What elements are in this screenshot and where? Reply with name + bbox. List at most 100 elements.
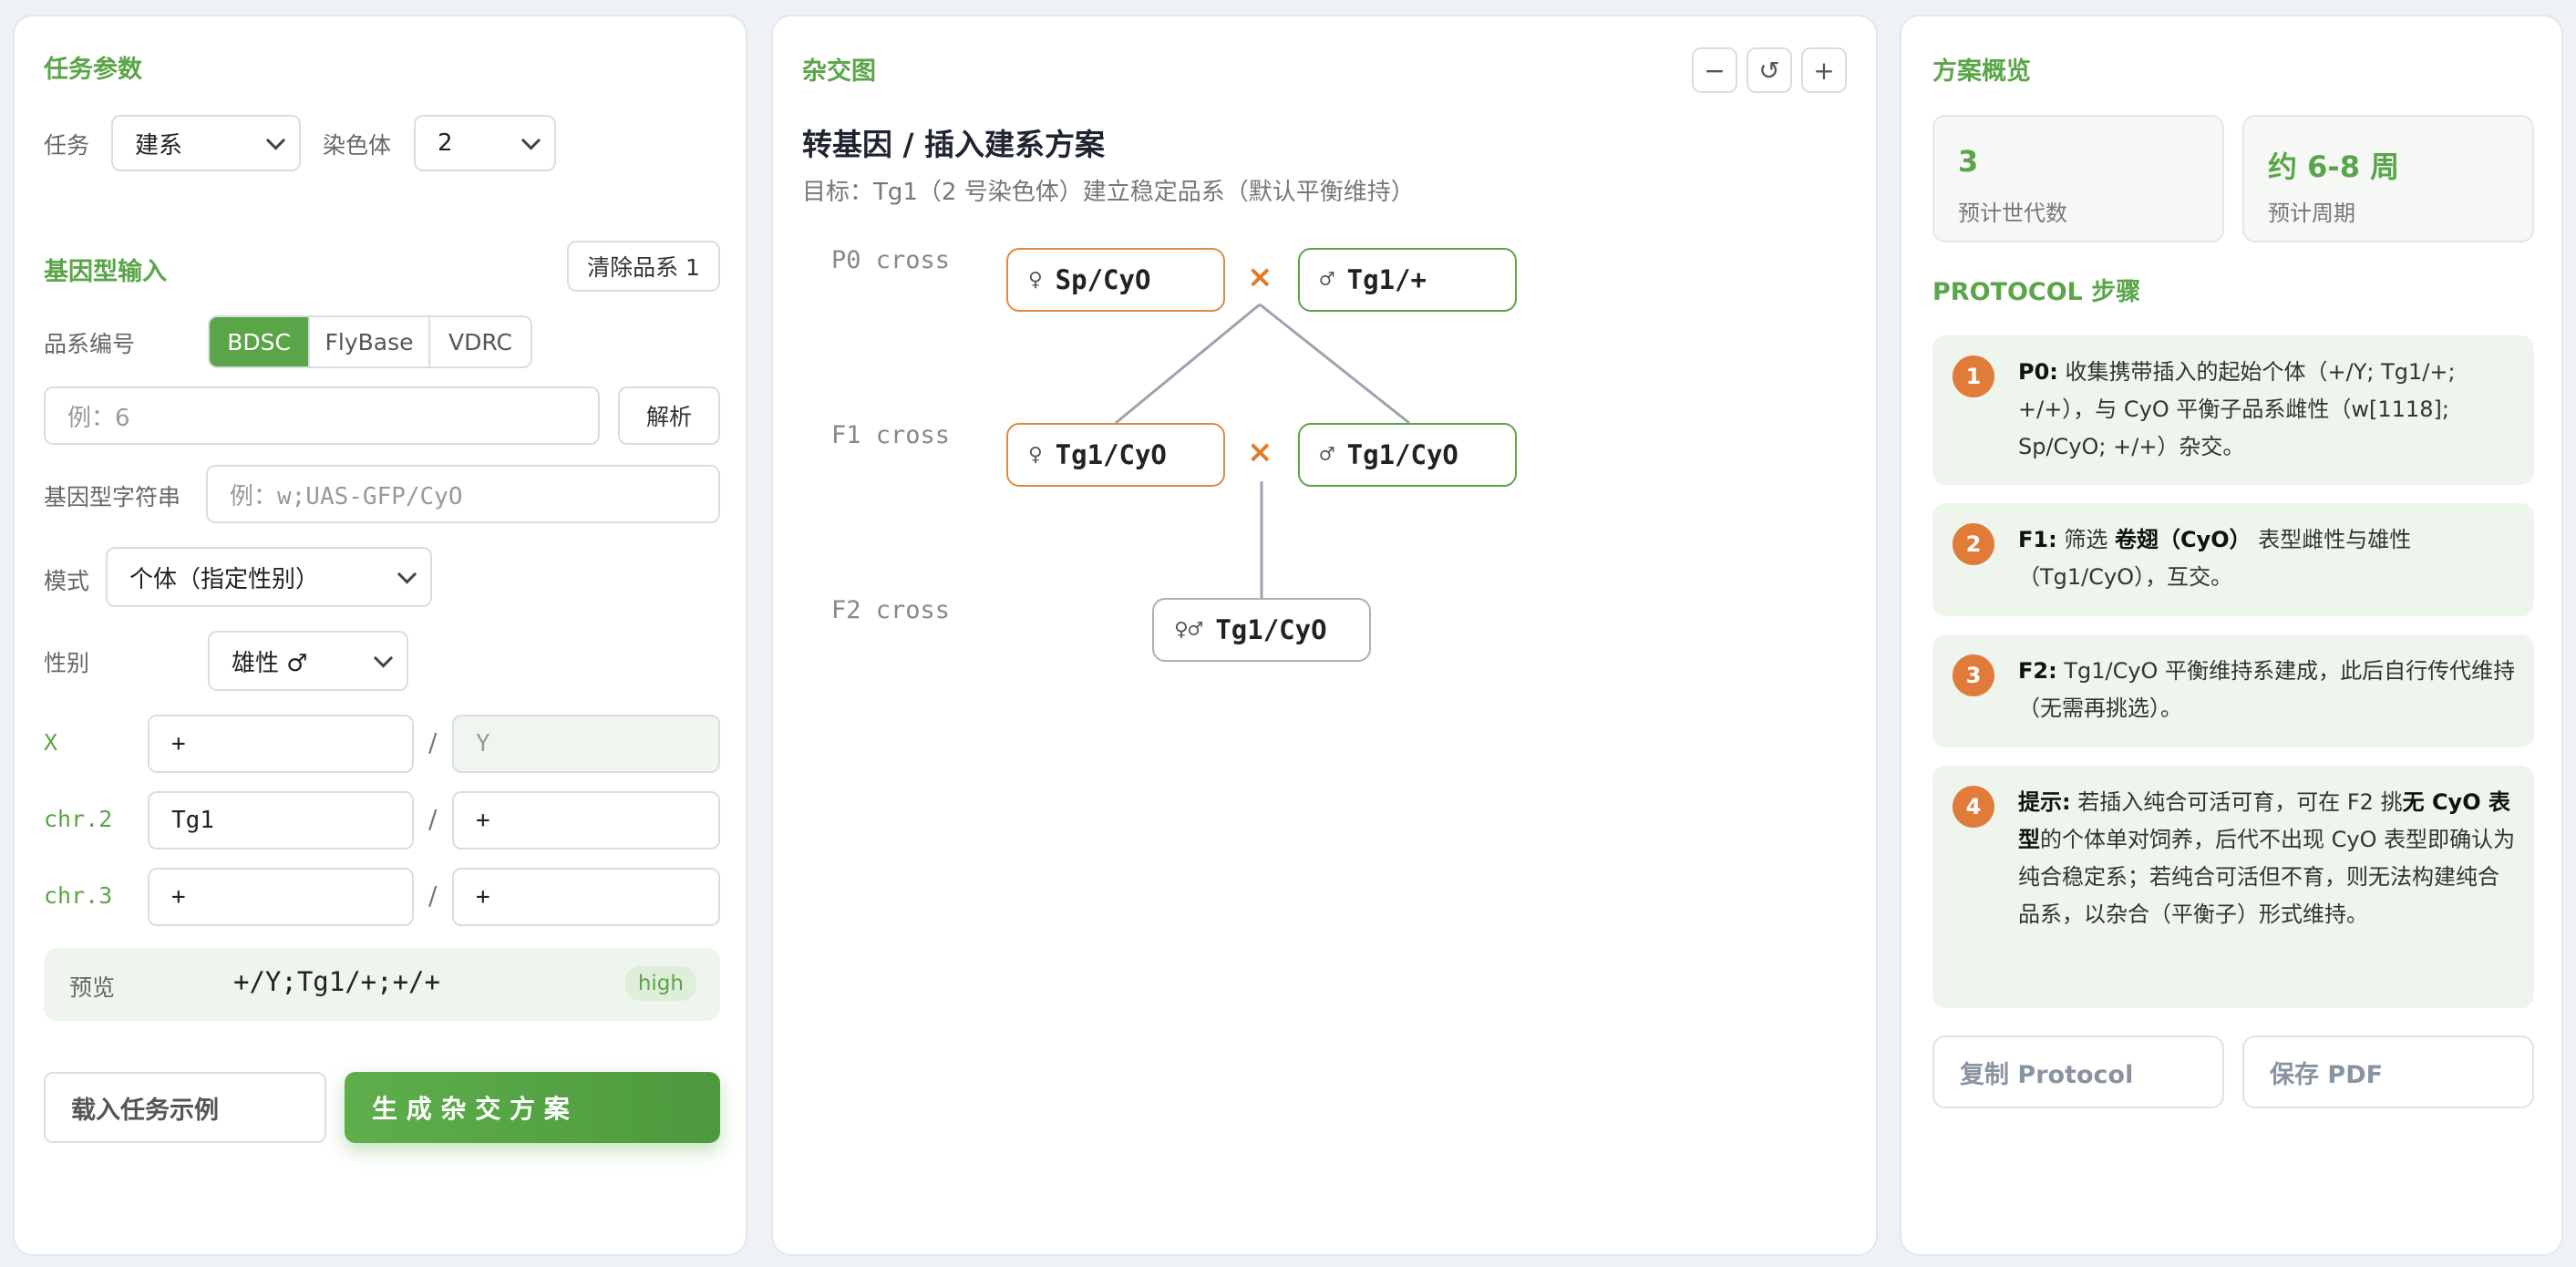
node-f2-label: Tg1/CyO <box>1215 614 1327 645</box>
period-card: 约 6-8 周 预计周期 <box>2242 115 2534 242</box>
clear-stock-button[interactable]: 清除品系 1 <box>567 241 720 292</box>
genotype-string-input[interactable]: 例：w;UAS-GFP/CyO <box>206 465 720 523</box>
task-select[interactable]: 建系 <box>111 115 301 171</box>
generation-label-f2: F2 cross <box>831 596 951 624</box>
copy-protocol-button[interactable]: 复制 Protocol <box>1932 1035 2224 1108</box>
chr-x-right-value: Y <box>476 730 490 757</box>
stock-id-placeholder: 例：6 <box>67 404 130 432</box>
protocol-step: 4 提示: 若插入纯合可活可育，可在 F2 挑无 CyO 表型的个体单对饲养，后… <box>1932 766 2534 1008</box>
step-head: P0: <box>2018 359 2058 385</box>
node-p0-female-label: Sp/CyO <box>1055 264 1151 295</box>
chr-2-left-input[interactable]: Tg1 <box>148 791 414 850</box>
chr-x-left-input[interactable]: + <box>148 715 414 773</box>
protocol-step: 2 F1: 筛选 卷翅（CyO） 表型雌性与雄性（Tg1/CyO），互交。 <box>1932 503 2534 616</box>
node-f2[interactable]: ♀♂ Tg1/CyO <box>1152 598 1371 662</box>
mode-select[interactable]: 个体（指定性别） <box>106 547 432 607</box>
chr-2-right-input[interactable]: + <box>452 791 720 850</box>
node-p0-female[interactable]: ♀ Sp/CyO <box>1006 248 1225 312</box>
confidence-badge: high <box>624 966 696 1001</box>
source-vdrc-button[interactable]: VDRC <box>430 317 531 366</box>
save-pdf-button[interactable]: 保存 PDF <box>2242 1035 2534 1108</box>
chr-3-label: chr.3 <box>44 882 113 909</box>
step-number-badge: 1 <box>1953 355 1994 397</box>
chr-3-slash: / <box>428 881 438 911</box>
chr-3-left-input[interactable]: + <box>148 868 414 926</box>
protocol-step: 1 P0: 收集携带插入的起始个体（+/Y; Tg1/+; +/+），与 CyO… <box>1932 335 2534 485</box>
node-p0-male-label: Tg1/+ <box>1346 264 1427 295</box>
load-example-button[interactable]: 载入任务示例 <box>44 1072 326 1143</box>
stock-id-input[interactable]: 例：6 <box>44 386 600 445</box>
step-head: F1: <box>2018 527 2057 552</box>
chevron-down-icon <box>520 130 541 150</box>
preview-box: 预览 +/Y;Tg1/+;+/+ high <box>44 948 720 1021</box>
source-bdsc-button[interactable]: BDSC <box>210 317 311 366</box>
chromosome-select-value: 2 <box>438 129 453 157</box>
protocol-step: 3 F2: Tg1/CyO 平衡维持系建成，此后自行传代维持（无需再挑选）。 <box>1932 634 2534 747</box>
generations-value: 3 <box>1958 144 1979 179</box>
chevron-down-icon <box>265 130 286 150</box>
generate-scheme-button[interactable]: 生 成 杂 交 方 案 <box>345 1072 720 1143</box>
male-icon: ♂ <box>1320 441 1334 469</box>
chr-x-slash: / <box>428 727 438 757</box>
step-head: F2: <box>2018 658 2057 684</box>
step-head: 提示: <box>2018 789 2071 815</box>
protocol-title: PROTOCOL 步骤 <box>1932 278 2141 306</box>
chr-2-right-value: + <box>476 807 490 834</box>
step-text-bold: 卷翅（CyO） <box>2114 527 2251 552</box>
cross-diagram-panel: 杂交图 − ↺ + 转基因 / 插入建系方案 目标：Tg1（2 号染色体）建立稳… <box>771 15 1878 1256</box>
period-label: 预计周期 <box>2268 201 2355 226</box>
chevron-down-icon <box>397 564 417 584</box>
stock-id-label: 品系编号 <box>44 331 136 357</box>
mode-select-value: 个体（指定性别） <box>129 565 320 593</box>
male-icon: ♂ <box>1320 266 1334 294</box>
sex-label: 性别 <box>44 650 90 676</box>
task-select-value: 建系 <box>135 131 183 160</box>
step-text: 收集携带插入的起始个体（+/Y; Tg1/+; +/+），与 CyO 平衡子品系… <box>2018 359 2456 459</box>
chr-2-left-value: Tg1 <box>171 807 214 834</box>
genotype-input-title: 基因型输入 <box>44 258 167 286</box>
task-label: 任务 <box>44 132 90 159</box>
genotype-string-label: 基因型字符串 <box>44 484 181 510</box>
generations-label: 预计世代数 <box>1958 201 2067 226</box>
generations-card: 3 预计世代数 <box>1932 115 2224 242</box>
preview-value: +/Y;Tg1/+;+/+ <box>233 966 440 997</box>
overview-panel: 方案概览 3 预计世代数 约 6-8 周 预计周期 PROTOCOL 步骤 1 … <box>1900 15 2563 1256</box>
generation-label-f1: F1 cross <box>831 421 951 449</box>
overview-title: 方案概览 <box>1932 57 2031 86</box>
chr-3-right-input[interactable]: + <box>452 868 720 926</box>
step-number-badge: 2 <box>1953 523 1994 565</box>
step-text-pre: 若插入纯合可活可育，可在 F2 挑 <box>2077 789 2403 815</box>
chevron-down-icon <box>373 648 394 668</box>
period-value: 约 6-8 周 <box>2268 149 2400 184</box>
chr-2-slash: / <box>428 804 438 834</box>
sex-select-value: 雄性 ♂ <box>232 649 308 677</box>
parse-button[interactable]: 解析 <box>618 386 720 445</box>
stock-source-segmented: BDSC FlyBase VDRC <box>208 315 532 368</box>
sex-select[interactable]: 雄性 ♂ <box>208 631 408 691</box>
mode-label: 模式 <box>44 568 90 594</box>
chr-x-right-input: Y <box>452 715 720 773</box>
chromosome-label: 染色体 <box>323 132 392 159</box>
step-text: Tg1/CyO 平衡维持系建成，此后自行传代维持（无需再挑选）。 <box>2018 658 2516 721</box>
step-text-pre: 筛选 <box>2064 527 2115 552</box>
task-panel: 任务参数 任务 建系 染色体 2 基因型输入 清除品系 1 品系编号 BDSC … <box>13 15 747 1256</box>
chr-3-left-value: + <box>171 883 186 911</box>
genotype-string-placeholder: 例：w;UAS-GFP/CyO <box>230 482 463 510</box>
female-icon: ♀ <box>1028 266 1043 294</box>
preview-label: 预览 <box>69 974 116 1001</box>
female-icon: ♀ <box>1028 441 1043 469</box>
node-f1-female[interactable]: ♀ Tg1/CyO <box>1006 423 1225 487</box>
source-flybase-button[interactable]: FlyBase <box>310 317 430 366</box>
chr-2-label: chr.2 <box>44 806 113 832</box>
node-f1-male[interactable]: ♂ Tg1/CyO <box>1298 423 1517 487</box>
task-params-title: 任务参数 <box>44 56 142 84</box>
chromosome-select[interactable]: 2 <box>414 115 556 171</box>
node-f1-female-label: Tg1/CyO <box>1055 439 1167 470</box>
cross-icon: × <box>1247 259 1273 295</box>
chr-3-right-value: + <box>476 883 490 911</box>
step-number-badge: 3 <box>1953 654 1994 696</box>
node-p0-male[interactable]: ♂ Tg1/+ <box>1298 248 1517 312</box>
step-text: 的个体单对饲养，后代不出现 CyO 表型即确认为纯合稳定系；若纯合可活但不育，则… <box>2018 827 2516 927</box>
cross-icon: × <box>1247 434 1273 470</box>
step-number-badge: 4 <box>1953 786 1994 828</box>
